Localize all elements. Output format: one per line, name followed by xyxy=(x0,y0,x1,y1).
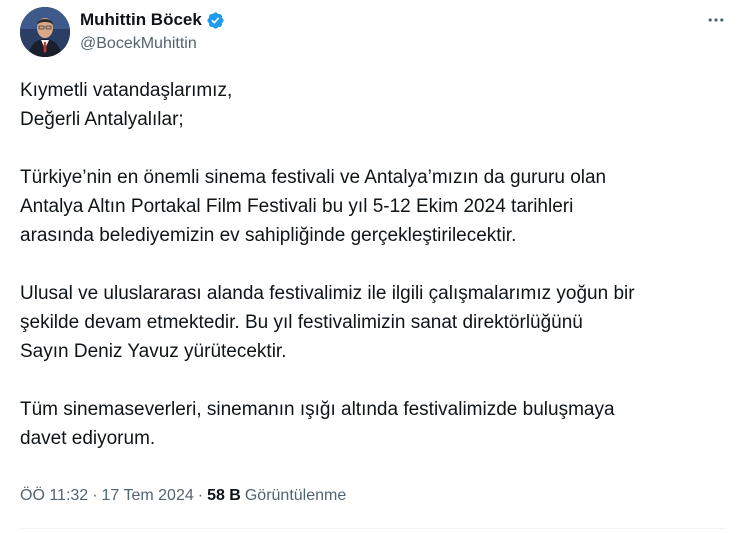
tweet-line: Kıymetli vatandaşlarımız, xyxy=(20,80,233,101)
tweet-line: Antalya Altın Portakal Film Festivali bu… xyxy=(20,196,574,217)
tweet-line: Değerli Antalyalılar; xyxy=(20,109,184,130)
tweet-time[interactable]: ÖÖ 11:32 xyxy=(20,487,88,505)
views-label: Görüntülenme xyxy=(244,487,347,504)
more-options-icon xyxy=(708,18,724,22)
author-display-name[interactable]: Muhittin Böcek xyxy=(80,10,202,30)
tweet-line: arasında belediyemizin ev sahipliğinde g… xyxy=(20,225,517,246)
avatar[interactable] xyxy=(20,7,70,57)
avatar-image xyxy=(20,7,70,57)
tweet-line: davet ediyorum. xyxy=(20,428,156,449)
tweet-meta: ÖÖ 11:32 · 17 Tem 2024 · 58 B Görüntülen… xyxy=(20,487,346,505)
tweet-line: Ulusal ve uluslararası alanda festivalim… xyxy=(20,283,635,304)
divider xyxy=(20,528,726,529)
meta-separator: · xyxy=(92,487,98,504)
tweet-line: Türkiye’nin en önemli sinema festivali v… xyxy=(20,167,607,188)
views-count: 58 B xyxy=(207,487,241,504)
author-name-row: Muhittin Böcek xyxy=(80,9,225,31)
tweet: Muhittin Böcek @BocekMuhittin Kıymetli v… xyxy=(0,0,743,533)
tweet-line: şekilde devam etmektedir. Bu yıl festiva… xyxy=(20,312,583,333)
tweet-line: Tüm sinemaseverleri, sinemanın ışığı alt… xyxy=(20,399,615,420)
more-options-button[interactable] xyxy=(700,10,732,30)
author-handle[interactable]: @BocekMuhittin xyxy=(80,35,197,53)
tweet-line: Sayın Deniz Yavuz yürütecektir. xyxy=(20,341,287,362)
verified-badge-icon[interactable] xyxy=(206,11,225,30)
meta-separator: · xyxy=(197,487,204,504)
tweet-text: Kıymetli vatandaşlarımız, Değerli Antaly… xyxy=(20,76,720,453)
tweet-date[interactable]: 17 Tem 2024 xyxy=(102,487,194,505)
